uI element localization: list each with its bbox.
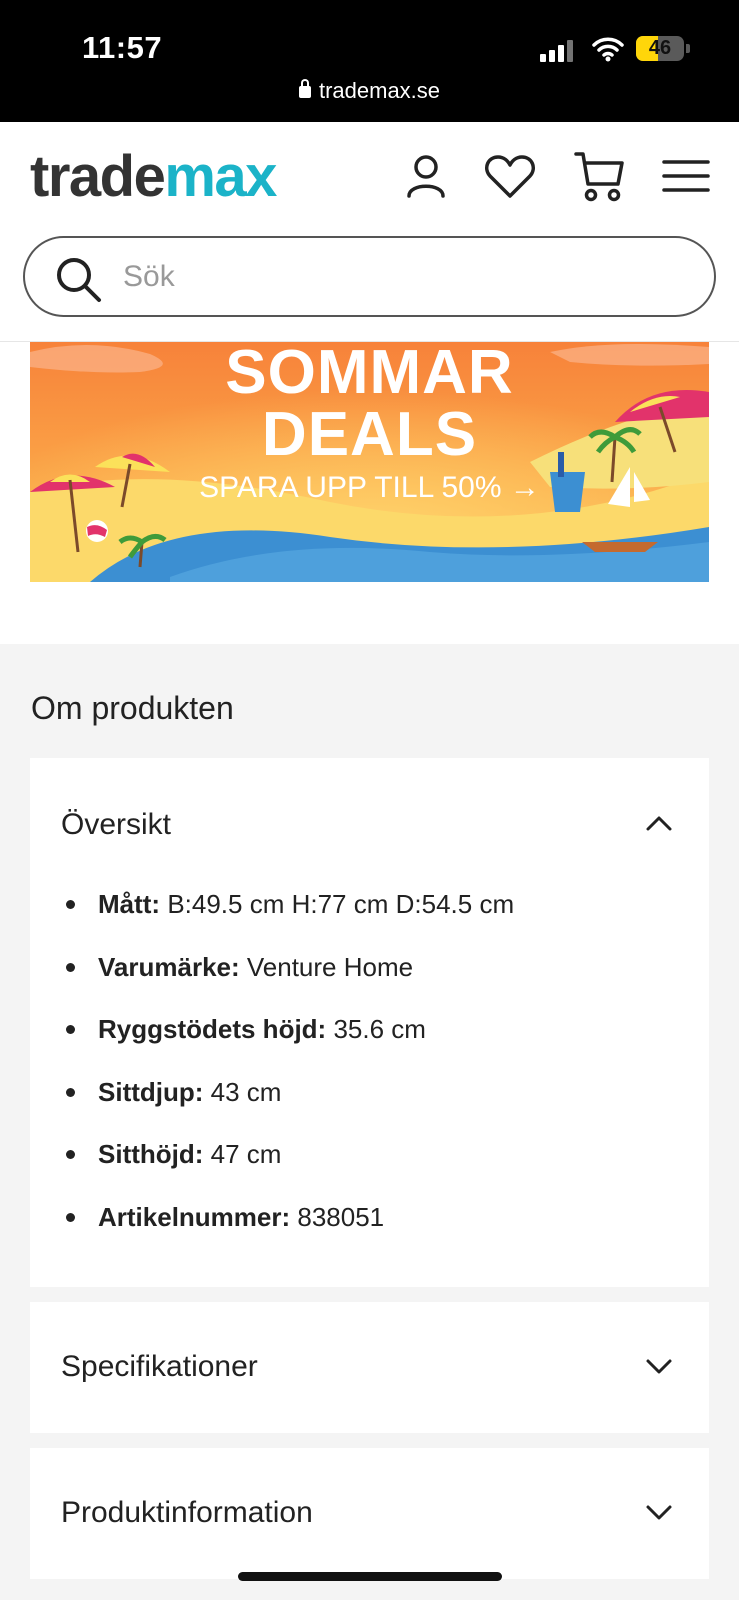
heart-icon[interactable]	[484, 154, 536, 200]
chevron-up-icon[interactable]	[645, 814, 673, 832]
banner-title-line2: DEALS	[261, 400, 478, 469]
site-header: trademax	[0, 122, 739, 342]
specifications-header[interactable]: Specifikationer	[61, 1350, 258, 1384]
search-input[interactable]	[123, 252, 683, 302]
url-bar[interactable]: trademax.se	[0, 78, 739, 104]
summer-deals-banner[interactable]: SOMMAR DEALS SPARA UPP TILL 50% →	[30, 342, 709, 582]
list-item: Mått: B:49.5 cm H:77 cm D:54.5 cm	[60, 888, 514, 951]
chevron-down-icon[interactable]	[645, 1358, 673, 1376]
wifi-icon	[592, 37, 624, 62]
cellular-signal-icon	[540, 38, 580, 62]
list-item: Artikelnummer: 838051	[60, 1201, 514, 1264]
list-item: Varumärke: Venture Home	[60, 951, 514, 1014]
specifications-panel[interactable]: Specifikationer	[30, 1302, 709, 1433]
status-time: 11:57	[82, 30, 163, 65]
cart-icon[interactable]	[574, 150, 624, 204]
chevron-down-icon[interactable]	[645, 1504, 673, 1522]
list-item: Sittdjup: 43 cm	[60, 1076, 514, 1139]
product-info-header[interactable]: Produktinformation	[61, 1496, 313, 1530]
home-indicator[interactable]	[238, 1572, 502, 1581]
search-bar[interactable]	[23, 236, 716, 317]
overview-list: Mått: B:49.5 cm H:77 cm D:54.5 cm Varumä…	[60, 888, 514, 1263]
url-text: trademax.se	[318, 78, 441, 103]
banner-section: SOMMAR DEALS SPARA UPP TILL 50% →	[0, 342, 739, 644]
battery-level: 46	[648, 37, 672, 59]
lock-icon	[298, 79, 311, 98]
list-item: Sitthöjd: 47 cm	[60, 1138, 514, 1201]
section-title: Om produkten	[31, 690, 234, 726]
banner-subtitle[interactable]: SPARA UPP TILL 50% →	[30, 472, 709, 504]
list-item: Ryggstödets höjd: 35.6 cm	[60, 1013, 514, 1076]
overview-header[interactable]: Översikt	[61, 808, 171, 842]
product-info-panel[interactable]: Produktinformation	[30, 1448, 709, 1579]
user-icon[interactable]	[404, 152, 448, 200]
overview-panel: Översikt Mått: B:49.5 cm H:77 cm D:54.5 …	[30, 758, 709, 1287]
battery-tip	[686, 44, 690, 53]
banner-title-line1: SOMMAR	[225, 342, 514, 407]
trademax-logo[interactable]: trademax	[30, 148, 277, 206]
search-icon	[57, 258, 101, 302]
battery-icon: 46	[636, 36, 684, 61]
menu-icon[interactable]	[662, 158, 710, 194]
status-bar: 11:57 46 trademax.se	[0, 0, 739, 122]
